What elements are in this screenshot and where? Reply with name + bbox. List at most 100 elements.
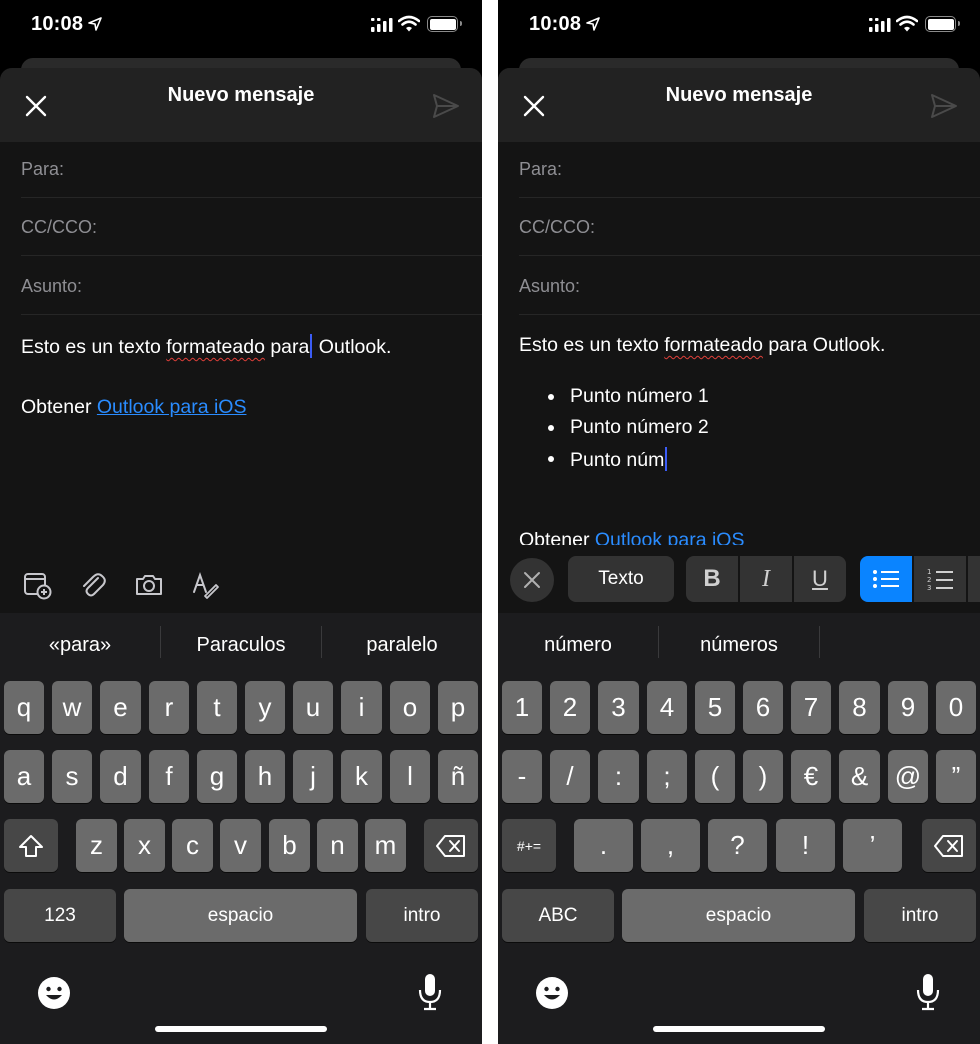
backspace-key[interactable] <box>424 819 478 872</box>
numbered-list-button[interactable]: 1 2 3 <box>914 556 966 602</box>
signature-link[interactable]: Outlook para iOS <box>97 396 247 418</box>
symbols-key[interactable]: #+= <box>502 819 556 872</box>
return-key[interactable]: intro <box>366 889 478 942</box>
key[interactable]: ’ <box>843 819 902 872</box>
key[interactable]: 1 <box>502 681 542 734</box>
suggestion[interactable]: Paraculos <box>161 628 321 662</box>
key[interactable]: 2 <box>550 681 590 734</box>
suggestion[interactable]: «para» <box>0 628 160 662</box>
text-style-button[interactable]: Texto <box>568 556 674 602</box>
key[interactable]: w <box>52 681 92 734</box>
backspace-key[interactable] <box>922 819 976 872</box>
key[interactable]: b <box>269 819 310 872</box>
key[interactable]: g <box>197 750 237 803</box>
key[interactable]: u <box>293 681 333 734</box>
underline-button[interactable]: U <box>794 556 846 602</box>
key[interactable]: & <box>839 750 880 803</box>
text-format-icon[interactable] <box>190 570 220 600</box>
key[interactable]: 5 <box>695 681 735 734</box>
to-field[interactable]: Para: <box>21 140 482 198</box>
key[interactable]: r <box>149 681 189 734</box>
key[interactable]: v <box>220 819 261 872</box>
key[interactable]: e <box>100 681 141 734</box>
key[interactable]: / <box>550 750 590 803</box>
key[interactable]: 8 <box>839 681 880 734</box>
space-key[interactable]: espacio <box>622 889 855 942</box>
bullet-item[interactable]: Punto número 1 <box>570 385 709 408</box>
key[interactable]: : <box>598 750 639 803</box>
to-field[interactable]: Para: <box>519 140 980 198</box>
return-key[interactable]: intro <box>864 889 976 942</box>
key[interactable]: ! <box>776 819 835 872</box>
home-indicator[interactable] <box>653 1026 825 1032</box>
key[interactable]: ( <box>695 750 735 803</box>
suggestion[interactable]: paralelo <box>322 628 482 662</box>
bold-button[interactable]: B <box>686 556 738 602</box>
key[interactable]: n <box>317 819 358 872</box>
key[interactable]: m <box>365 819 406 872</box>
misspelled-word: formateado <box>166 336 265 358</box>
key[interactable]: a <box>4 750 44 803</box>
key[interactable]: 0 <box>936 681 976 734</box>
key[interactable]: i <box>341 681 382 734</box>
subject-field[interactable]: Asunto: <box>519 257 980 315</box>
cc-field[interactable]: CC/CCO: <box>21 198 482 256</box>
calendar-add-icon[interactable] <box>22 570 52 600</box>
key[interactable]: x <box>124 819 165 872</box>
send-icon[interactable] <box>930 93 958 119</box>
key[interactable]: ) <box>743 750 783 803</box>
send-icon[interactable] <box>432 93 460 119</box>
key[interactable]: € <box>791 750 831 803</box>
key[interactable]: 9 <box>888 681 928 734</box>
key[interactable]: ; <box>647 750 687 803</box>
emoji-icon[interactable] <box>36 975 72 1011</box>
bullet-item[interactable]: Punto número 2 <box>570 416 709 439</box>
key[interactable]: k <box>341 750 382 803</box>
italic-button[interactable]: I <box>740 556 792 602</box>
microphone-icon[interactable] <box>415 972 445 1012</box>
letters-key[interactable]: ABC <box>502 889 614 942</box>
key[interactable]: f <box>149 750 189 803</box>
signature-text: Obtener <box>21 396 97 418</box>
key[interactable]: l <box>390 750 430 803</box>
key[interactable]: c <box>172 819 213 872</box>
suggestion[interactable]: número <box>498 628 658 662</box>
key[interactable]: z <box>76 819 117 872</box>
format-close-button[interactable] <box>510 558 554 602</box>
key[interactable]: ñ <box>438 750 478 803</box>
key[interactable]: @ <box>888 750 928 803</box>
message-body[interactable]: Esto es un texto formateado para Outlook… <box>519 334 885 357</box>
numbers-key[interactable]: 123 <box>4 889 116 942</box>
bullet-item[interactable]: Punto núm <box>570 447 668 472</box>
key[interactable]: 6 <box>743 681 783 734</box>
key[interactable]: t <box>197 681 237 734</box>
key[interactable]: ? <box>708 819 767 872</box>
key[interactable]: q <box>4 681 44 734</box>
key[interactable]: , <box>641 819 700 872</box>
key[interactable]: . <box>574 819 633 872</box>
key[interactable]: 3 <box>598 681 639 734</box>
message-body[interactable]: Esto es un texto formateado para Outlook… <box>21 334 391 359</box>
key[interactable]: ” <box>936 750 976 803</box>
key[interactable]: o <box>390 681 430 734</box>
key[interactable]: h <box>245 750 285 803</box>
cc-field[interactable]: CC/CCO: <box>519 198 980 256</box>
emoji-icon[interactable] <box>534 975 570 1011</box>
microphone-icon[interactable] <box>913 972 943 1012</box>
key[interactable]: y <box>245 681 285 734</box>
key[interactable]: j <box>293 750 333 803</box>
key[interactable]: p <box>438 681 478 734</box>
space-key[interactable]: espacio <box>124 889 357 942</box>
key[interactable]: 7 <box>791 681 831 734</box>
suggestion[interactable]: números <box>659 628 819 662</box>
key[interactable]: d <box>100 750 141 803</box>
paperclip-icon[interactable] <box>78 570 108 600</box>
camera-icon[interactable] <box>134 570 164 600</box>
key[interactable]: s <box>52 750 92 803</box>
home-indicator[interactable] <box>155 1026 327 1032</box>
bullet-list-button[interactable] <box>860 556 912 602</box>
key[interactable]: - <box>502 750 542 803</box>
subject-field[interactable]: Asunto: <box>21 257 482 315</box>
key[interactable]: 4 <box>647 681 687 734</box>
shift-key[interactable] <box>4 819 58 872</box>
